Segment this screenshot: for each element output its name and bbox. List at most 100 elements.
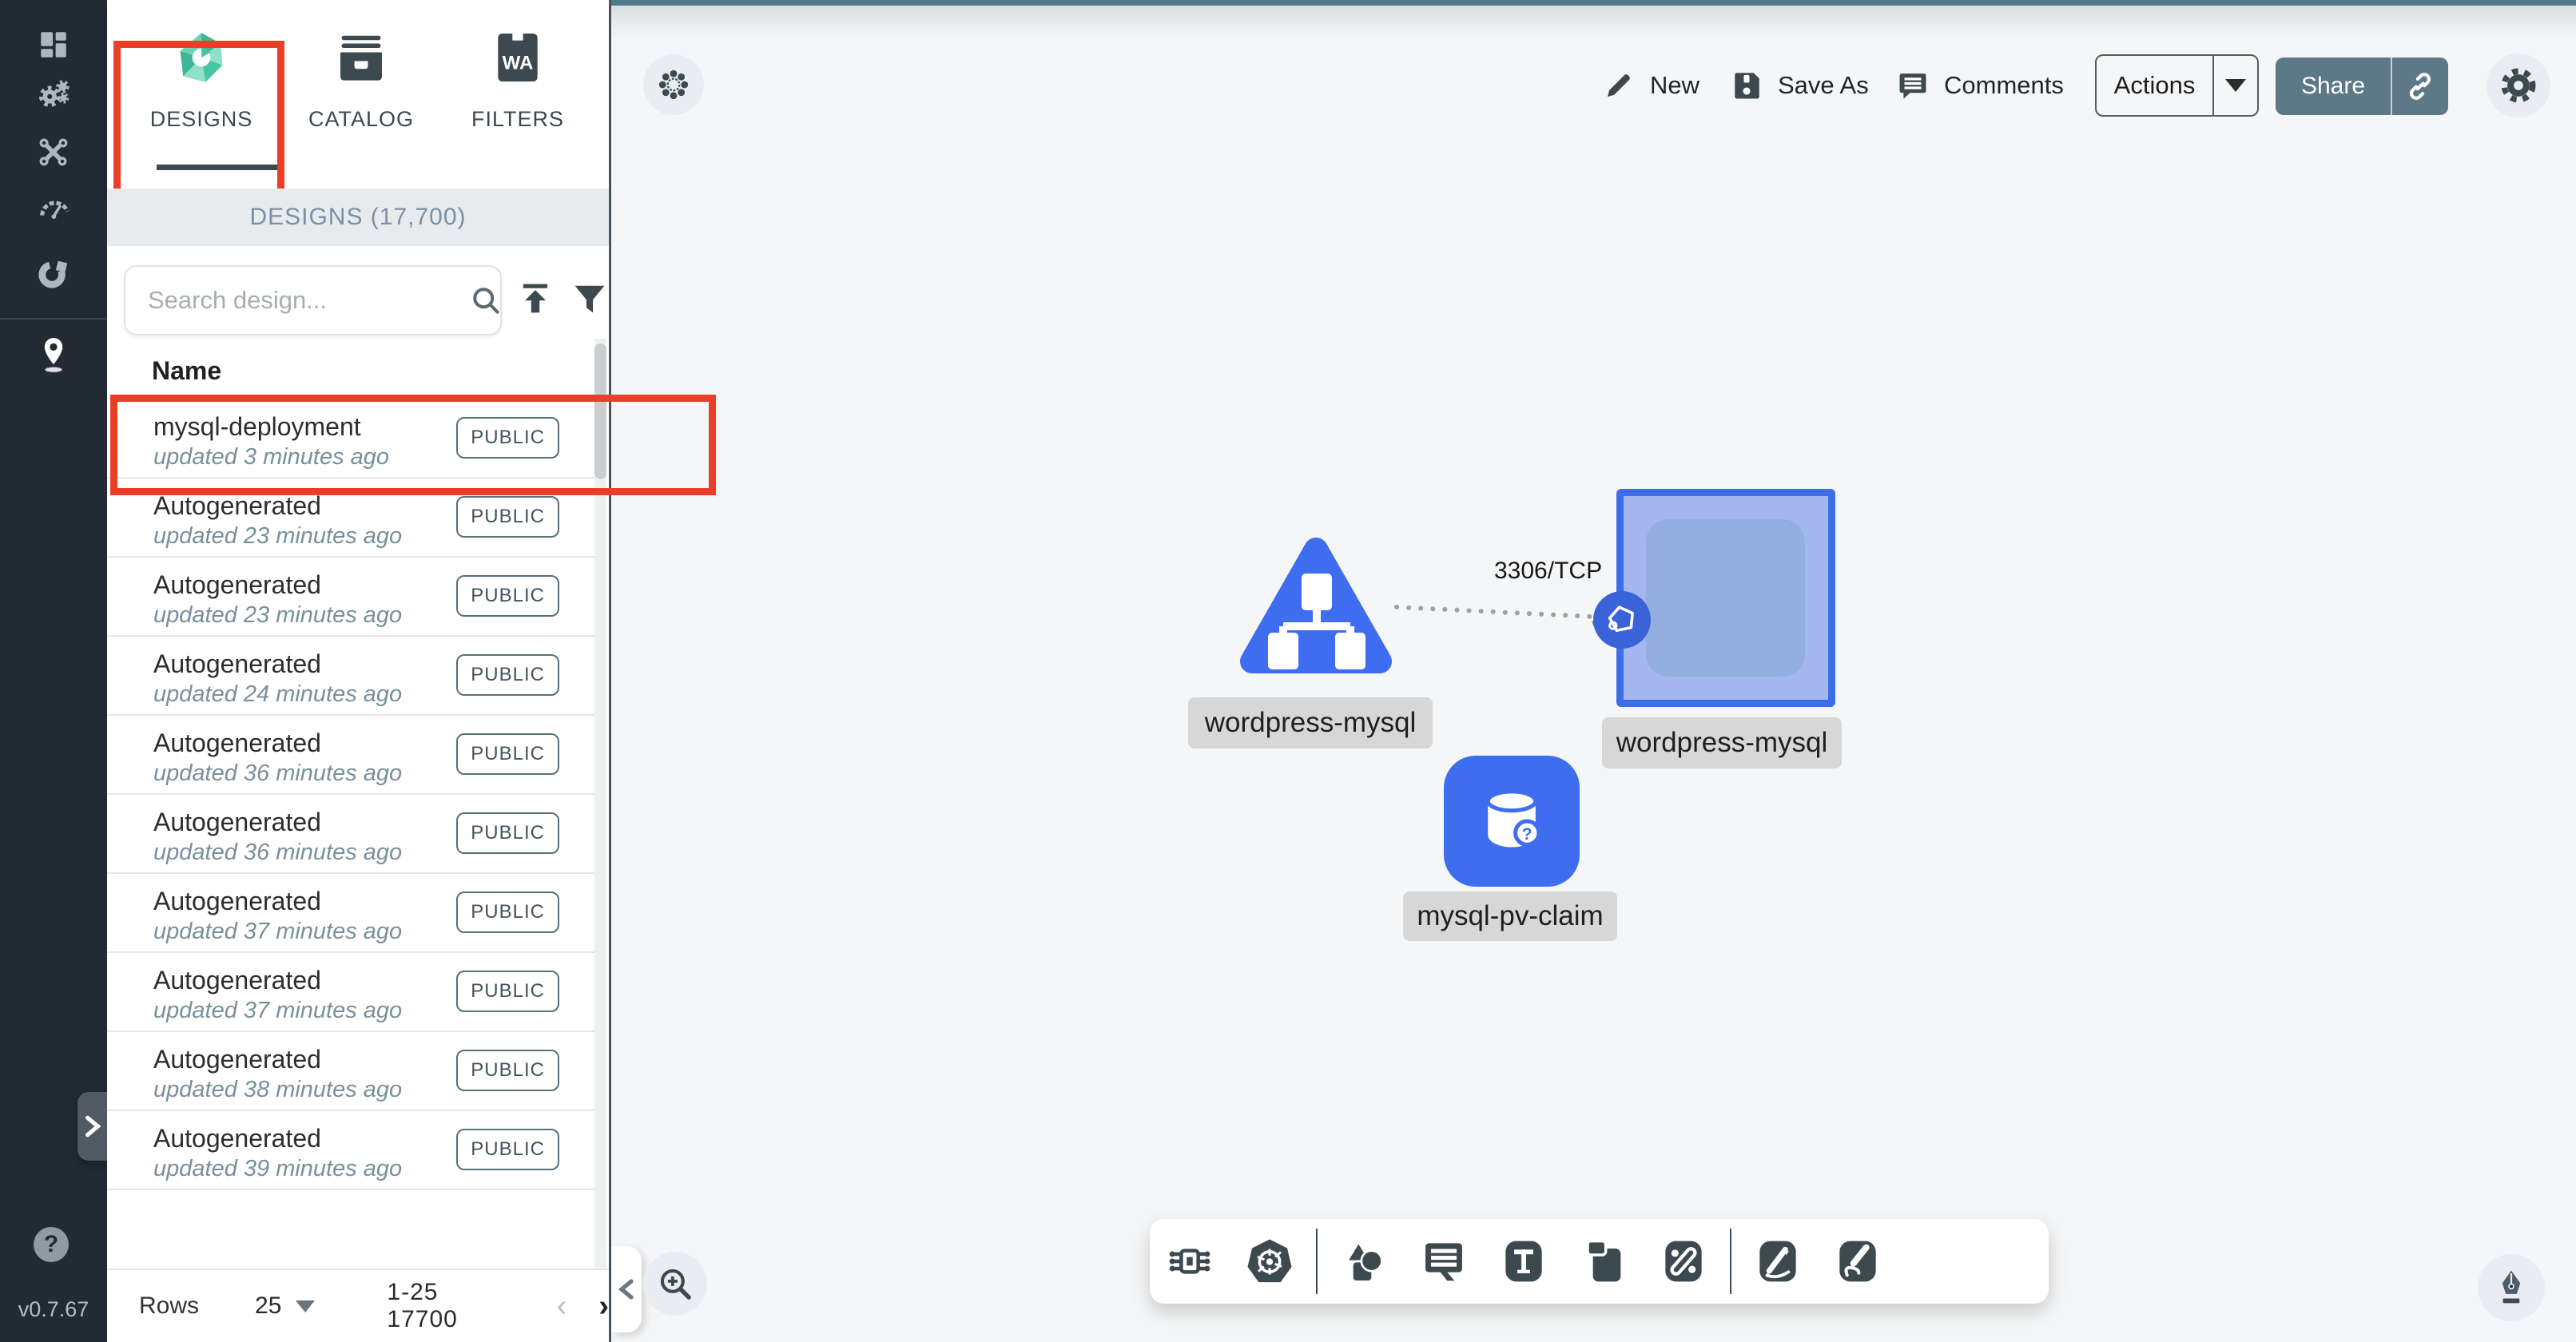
toolbar-divider [1730, 1229, 1731, 1294]
search-input[interactable] [146, 285, 468, 316]
deployment-inner-shape [1646, 519, 1805, 677]
wrenches-icon [36, 134, 71, 169]
chevron-right-icon [82, 1114, 103, 1138]
design-name: Autogenerated [153, 729, 321, 758]
designs-count-header: DESIGNS (17,700) [107, 189, 609, 246]
node-deployment-wordpress-mysql[interactable] [1616, 489, 1835, 707]
circuit-icon [1164, 1236, 1215, 1287]
pencil-curl-tool[interactable] [1818, 1219, 1898, 1304]
tab-catalog-label: CATALOG [308, 107, 414, 132]
rows-per-page-value: 25 [255, 1292, 281, 1320]
meshery-logo-icon [166, 22, 237, 93]
share-split-button[interactable]: Share [2276, 58, 2448, 115]
tab-designs[interactable]: DESIGNS [129, 22, 273, 170]
settings-button[interactable] [2487, 54, 2550, 117]
zoom-in-button[interactable] [643, 1252, 707, 1316]
share-label: Share [2276, 73, 2391, 100]
help-button[interactable]: ? [34, 1227, 69, 1262]
dropdown-caret-icon [296, 1300, 315, 1312]
design-list: mysql-deployment updated 3 minutes ago P… [107, 399, 598, 1190]
design-row[interactable]: Autogenerated updated 23 minutes ago PUB… [107, 558, 598, 637]
shapes-icon [1338, 1236, 1389, 1287]
copy-link-button[interactable] [2392, 69, 2448, 103]
visibility-badge: PUBLIC [456, 654, 559, 696]
design-row[interactable]: Autogenerated updated 37 minutes ago PUB… [107, 953, 598, 1032]
kubernetes-tool[interactable] [1230, 1219, 1310, 1304]
sidebar-item-configuration[interactable] [0, 123, 107, 181]
design-row[interactable]: mysql-deployment updated 3 minutes ago P… [107, 399, 598, 478]
new-button[interactable]: New [1602, 54, 1699, 117]
design-row[interactable]: Autogenerated updated 39 minutes ago PUB… [107, 1111, 598, 1190]
comments-label: Comments [1944, 71, 2064, 100]
actions-split-button[interactable]: Actions [2095, 54, 2259, 117]
filter-list-button[interactable] [569, 278, 610, 320]
tab-designs-label: DESIGNS [150, 107, 253, 132]
visibility-badge: PUBLIC [456, 891, 559, 933]
svg-text:?: ? [1522, 825, 1532, 844]
actions-dropdown-toggle[interactable] [2214, 79, 2257, 92]
node-service-wordpress-mysql[interactable] [1236, 527, 1396, 687]
notes-icon [1418, 1236, 1469, 1287]
text-icon [1500, 1236, 1548, 1287]
list-scrollbar-thumb[interactable] [594, 343, 606, 479]
edge-wordpress-mysql[interactable] [1390, 591, 1622, 631]
design-name: Autogenerated [153, 966, 321, 995]
extensions-icon [35, 255, 72, 292]
search-icon [468, 283, 503, 318]
sidebar-item-performance[interactable] [0, 179, 107, 236]
design-canvas[interactable]: New Save As Comments Actions Share [611, 0, 2576, 1342]
sidebar-item-lifecycle[interactable] [0, 66, 107, 123]
rows-per-page-select[interactable]: 25 [255, 1292, 315, 1320]
sidebar-divider [0, 318, 107, 320]
design-updated: updated 38 minutes ago [153, 1077, 402, 1103]
design-row[interactable]: Autogenerated updated 24 minutes ago PUB… [107, 637, 598, 716]
notes-tool[interactable] [1404, 1219, 1484, 1304]
node-pvc-mysql-pv-claim[interactable]: ? [1444, 756, 1580, 887]
chevron-left-icon [617, 1277, 636, 1301]
node-label-service[interactable]: wordpress-mysql [1188, 697, 1433, 748]
chain-link-tool[interactable] [1644, 1219, 1723, 1304]
components-tool[interactable] [1150, 1219, 1230, 1304]
shapes-tool[interactable] [1324, 1219, 1404, 1304]
design-updated: updated 24 minutes ago [153, 681, 402, 708]
tab-filters[interactable]: WA FILTERS [446, 22, 590, 170]
design-updated: updated 36 minutes ago [153, 840, 402, 866]
pagination-bar: Rows 25 1-25 17700 ‹ › [107, 1269, 609, 1342]
panel-tabs: DESIGNS CATALOG WA FILTERS [107, 0, 609, 189]
design-search-box[interactable] [124, 265, 502, 336]
node-label-text: wordpress-mysql [1205, 707, 1417, 739]
comments-button[interactable]: Comments [1896, 54, 2064, 117]
design-row[interactable]: Autogenerated updated 37 minutes ago PUB… [107, 874, 598, 953]
node-label-pvc[interactable]: mysql-pv-claim [1403, 891, 1617, 941]
freehand-pen-button[interactable] [2478, 1254, 2545, 1321]
design-updated: updated 37 minutes ago [153, 919, 402, 945]
panel-collapse-tab[interactable] [611, 1246, 642, 1332]
visibility-badge: PUBLIC [456, 575, 559, 617]
publish-upload-button[interactable] [515, 278, 556, 320]
list-scrollbar-track[interactable] [594, 339, 606, 1342]
node-label-deployment[interactable]: wordpress-mysql [1602, 717, 1842, 768]
sidebar-item-kanvas[interactable] [0, 326, 107, 383]
pod-badge[interactable] [1593, 591, 1651, 649]
question-mark-icon: ? [44, 1231, 58, 1258]
design-name: Autogenerated [153, 1124, 321, 1153]
zoom-in-icon [655, 1264, 695, 1304]
pen-line-tool[interactable] [1738, 1219, 1818, 1304]
node-label-text: wordpress-mysql [1616, 727, 1828, 759]
visibility-badge: PUBLIC [456, 733, 559, 775]
design-row[interactable]: Autogenerated updated 23 minutes ago PUB… [107, 478, 598, 558]
design-row[interactable]: Autogenerated updated 38 minutes ago PUB… [107, 1032, 598, 1111]
design-row[interactable]: Autogenerated updated 36 minutes ago PUB… [107, 716, 598, 795]
dots-flower-button[interactable] [643, 54, 704, 115]
tab-catalog[interactable]: CATALOG [289, 22, 433, 170]
text-tool[interactable] [1484, 1219, 1564, 1304]
copy-rects-tool[interactable] [1564, 1219, 1644, 1304]
sidebar-item-extensions[interactable] [0, 244, 107, 302]
prev-page-button[interactable]: ‹ [557, 1291, 567, 1321]
design-row[interactable]: Autogenerated updated 36 minutes ago PUB… [107, 795, 598, 874]
sidebar-expand-tab[interactable] [78, 1092, 107, 1161]
design-name: Autogenerated [153, 1045, 321, 1074]
next-page-button[interactable]: › [598, 1291, 609, 1321]
design-updated: updated 3 minutes ago [153, 444, 389, 470]
save-as-button[interactable]: Save As [1730, 54, 1869, 117]
